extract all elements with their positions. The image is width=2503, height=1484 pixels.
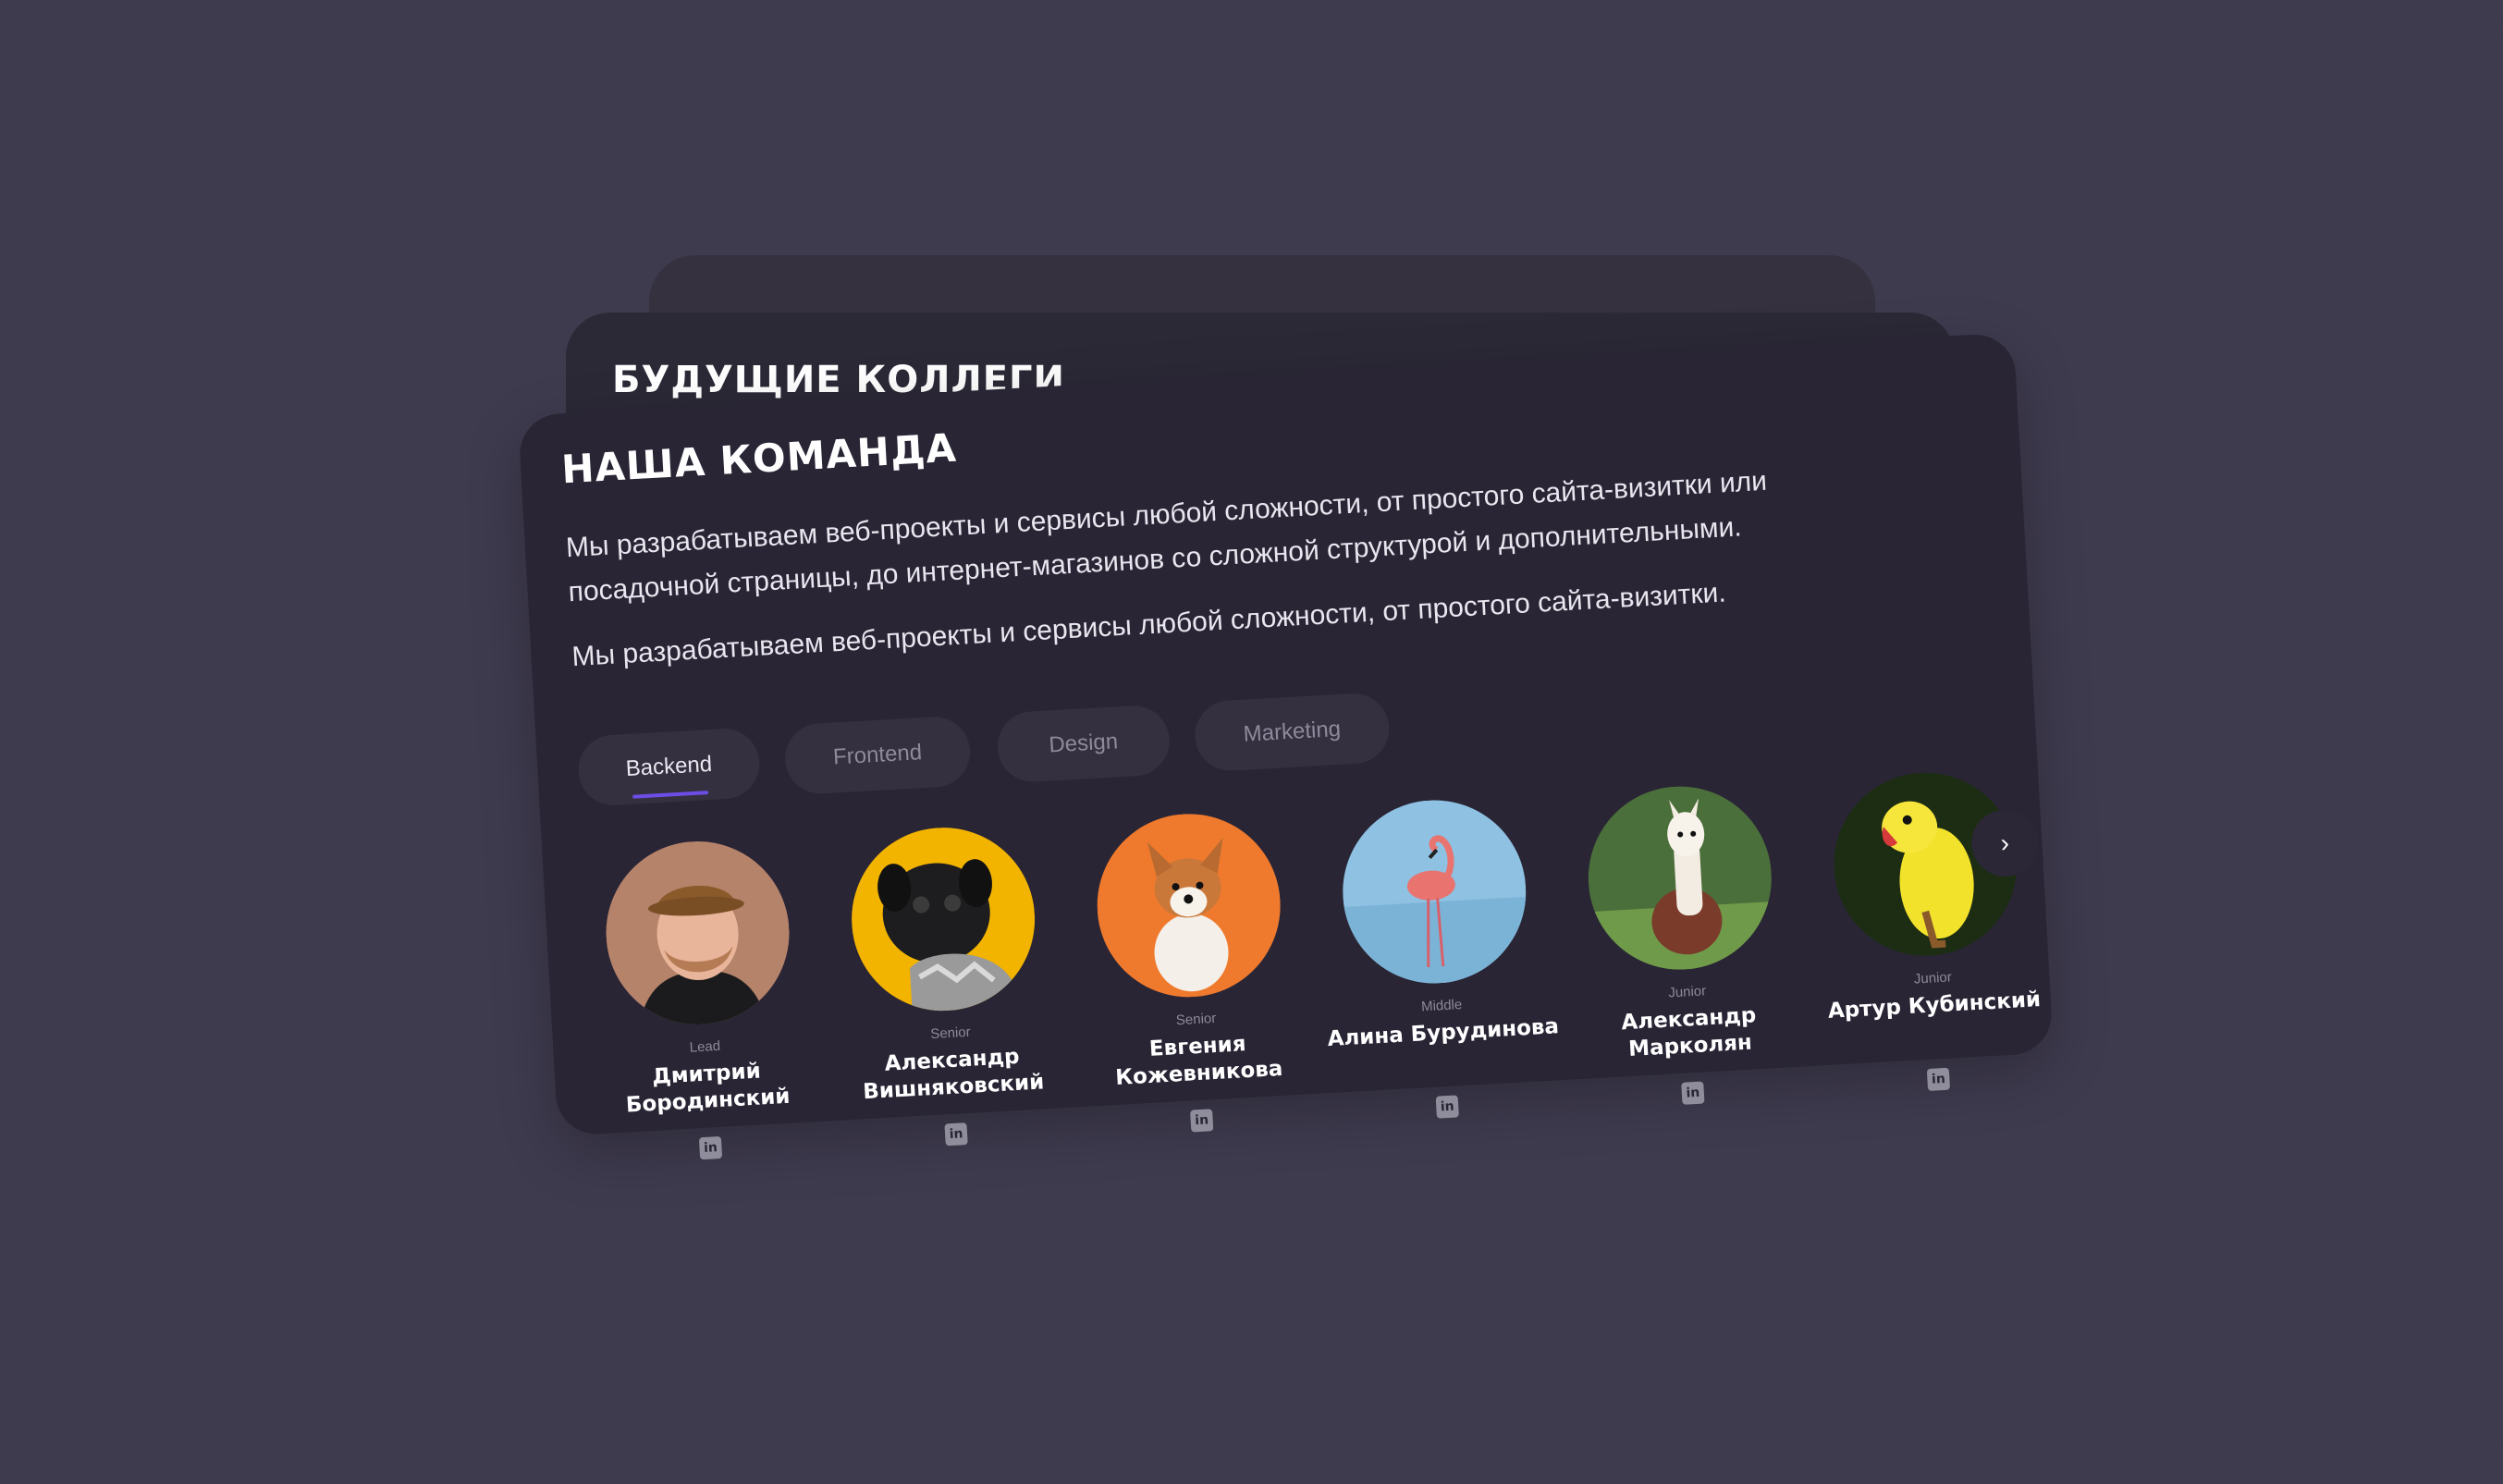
avatar <box>1583 781 1777 975</box>
team-member-card[interactable]: Junior Александр Марколян in <box>1565 780 1802 1105</box>
avatar <box>1092 808 1286 1002</box>
man-portrait-icon <box>601 836 794 1030</box>
member-name: Александр Вишняковский <box>862 1044 1045 1105</box>
team-member-card[interactable]: Senior Евгения Кожевникова in <box>1074 808 1310 1133</box>
linkedin-icon[interactable]: in <box>944 1122 968 1147</box>
active-tab-indicator <box>632 791 709 799</box>
linkedin-icon[interactable]: in <box>1926 1067 1951 1092</box>
avatar <box>846 822 1040 1016</box>
team-member-card[interactable]: Middle Алина Бурудинова in <box>1319 794 1560 1119</box>
department-tabs: Backend Frontend Design Marketing <box>576 691 1392 807</box>
avatar <box>601 836 794 1030</box>
team-member-card[interactable]: Lead Дмитрий Бородинский in <box>583 835 819 1160</box>
member-name: Александр Марколян <box>1620 1003 1757 1061</box>
pug-photo-icon <box>846 822 1040 1016</box>
tab-marketing[interactable]: Marketing <box>1193 691 1392 773</box>
tab-label: Backend <box>625 751 713 782</box>
linkedin-icon[interactable]: in <box>1681 1081 1705 1105</box>
member-name: Дмитрий Бородинский <box>625 1059 791 1118</box>
alpaca-photo-icon <box>1583 781 1777 975</box>
linkedin-icon[interactable]: in <box>1435 1095 1459 1119</box>
tab-label: Design <box>1048 729 1119 758</box>
corgi-puppy-photo-icon <box>1092 808 1286 1002</box>
avatar <box>1337 795 1531 988</box>
tab-label: Marketing <box>1242 716 1342 747</box>
team-title: НАША КОМАНДА <box>559 424 959 493</box>
tab-label: Frontend <box>832 740 923 770</box>
chevron-right-icon: › <box>1999 828 2010 858</box>
member-name: Алина Бурудинова <box>1326 1014 1560 1052</box>
member-name: Артур Кубинский <box>1827 987 2042 1024</box>
member-name: Евгения Кожевникова <box>1114 1032 1283 1091</box>
tab-backend[interactable]: Backend <box>576 727 762 807</box>
team-member-card[interactable]: Senior Александр Вишняковский in <box>828 822 1065 1147</box>
team-card: НАША КОМАНДА Мы разрабатываем веб-проект… <box>518 332 2055 1160</box>
linkedin-icon[interactable]: in <box>698 1135 723 1160</box>
tab-design[interactable]: Design <box>995 704 1172 784</box>
tab-frontend[interactable]: Frontend <box>783 715 973 796</box>
linkedin-icon[interactable]: in <box>1190 1109 1214 1133</box>
flamingo-photo-icon <box>1337 795 1531 988</box>
